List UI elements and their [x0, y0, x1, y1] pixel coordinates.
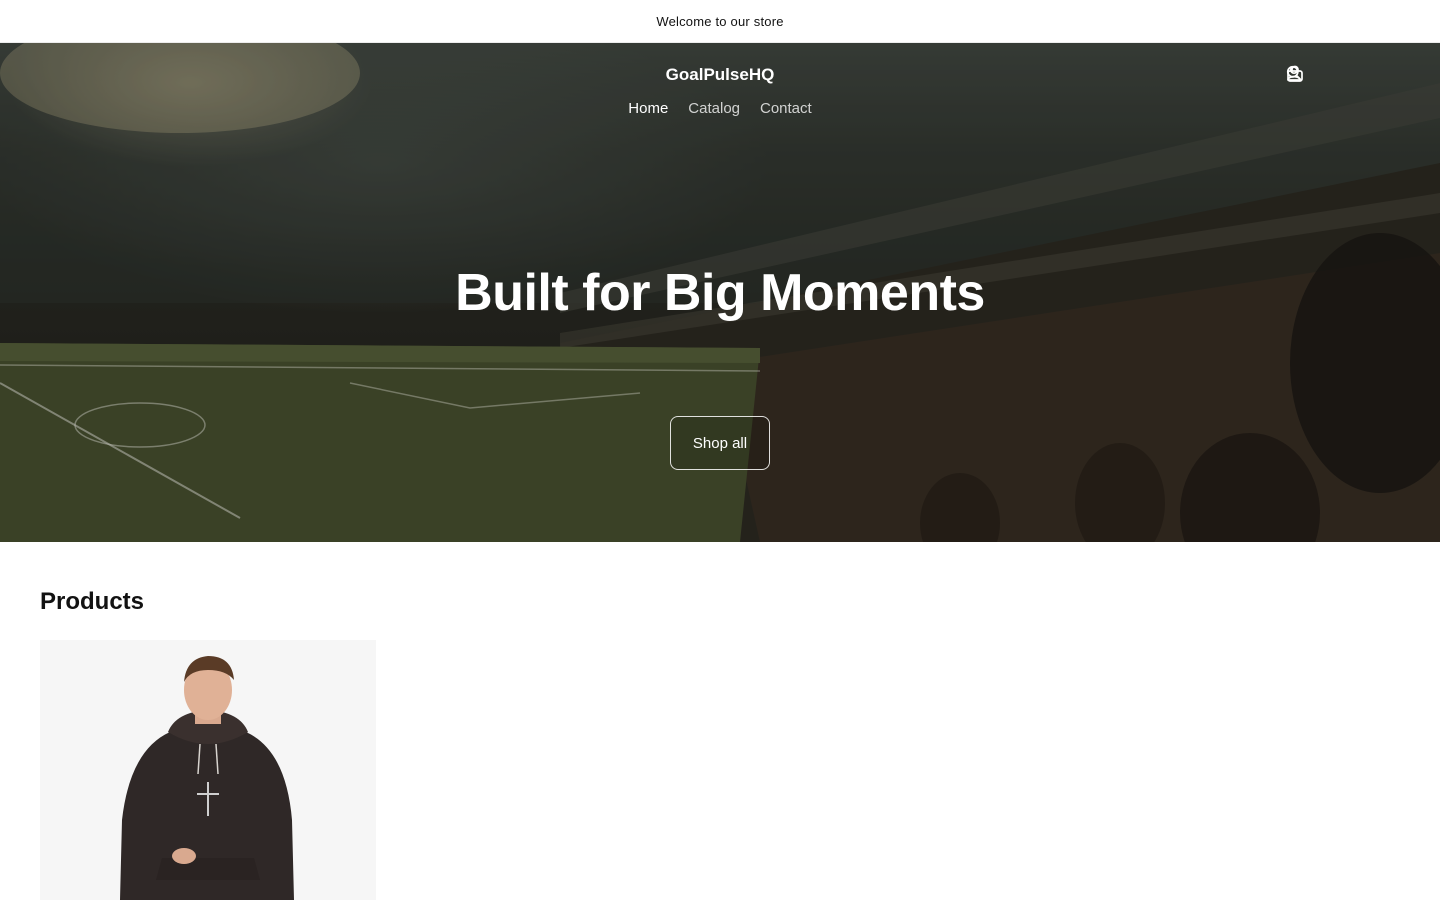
announcement-text: Welcome to our store [656, 13, 784, 29]
store-logo[interactable]: GoalPulseHQ [0, 65, 1440, 85]
shop-all-button[interactable]: Shop all [670, 416, 770, 470]
announcement-bar: Welcome to our store [0, 0, 1440, 43]
main-nav: Home Catalog Contact [0, 100, 1440, 117]
products-heading: Products [40, 588, 145, 615]
product-card[interactable] [40, 640, 376, 900]
nav-contact[interactable]: Contact [760, 100, 812, 117]
hero-title: Built for Big Moments [455, 264, 985, 322]
account-icon[interactable] [1287, 65, 1346, 85]
header-icons [1286, 65, 1388, 85]
nav-home[interactable]: Home [628, 100, 668, 117]
nav-catalog[interactable]: Catalog [688, 100, 740, 117]
cart-icon[interactable] [1287, 65, 1388, 85]
hoodie-with-cross-image [120, 656, 294, 900]
hero-banner: GoalPulseHQ Home Catalog Contact Built f… [0, 43, 1440, 542]
